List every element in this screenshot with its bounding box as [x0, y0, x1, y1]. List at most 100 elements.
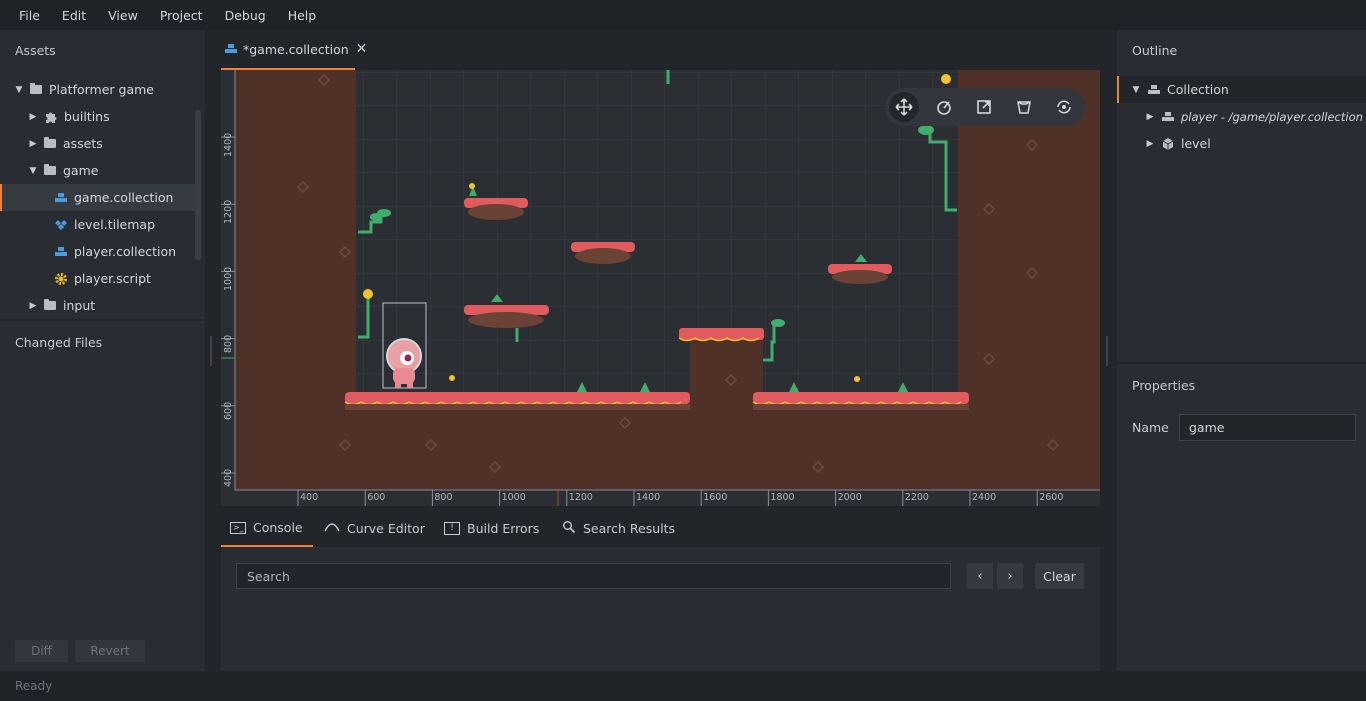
tree-item-label: level.tilemap: [74, 217, 156, 232]
clear-button[interactable]: Clear: [1035, 563, 1084, 589]
y-ruler-labels: 1400 1200 1000 800 600 400: [221, 70, 235, 490]
menu-project[interactable]: Project: [149, 8, 214, 23]
menu-view[interactable]: View: [97, 8, 149, 23]
next-button[interactable]: ›: [997, 563, 1023, 589]
left-splitter-grip[interactable]: [210, 336, 212, 366]
x-ruler-label: 2000: [837, 492, 862, 503]
chevron-left-icon: ‹: [977, 568, 983, 584]
close-tab-icon[interactable]: ✕: [356, 41, 368, 57]
manipulator-toolbar: [885, 88, 1085, 126]
properties-panel: Properties Name: [1117, 364, 1366, 671]
previous-button[interactable]: ‹: [967, 563, 993, 589]
outline-item-level[interactable]: ▶ level: [1117, 130, 1366, 157]
camera-reset-icon: [1057, 100, 1071, 114]
tree-item-assets[interactable]: ▶ assets: [0, 130, 195, 157]
chevron-right-icon: ›: [1007, 568, 1013, 584]
collection-icon: [1147, 83, 1161, 97]
editor-tab-bar: *game.collection ✕: [221, 30, 1100, 70]
x-ruler-labels: 400 600 800 1000 1200 1400 1600 1800 2000 2200 240…: [221, 490, 1100, 506]
tree-item-player-script[interactable]: player.script: [0, 265, 195, 292]
tab-build-errors[interactable]: ! Build Errors: [444, 510, 539, 547]
tree-item-label: builtins: [64, 109, 110, 124]
folder-icon: [44, 299, 56, 310]
y-ruler-label: 800: [223, 334, 234, 353]
menu-bar: File Edit View Project Debug Help: [0, 0, 1366, 30]
outline-item-label: Collection: [1167, 82, 1229, 97]
x-ruler-label: 1000: [501, 492, 526, 503]
search-icon: [562, 520, 576, 537]
tree-item-game[interactable]: ▼ game: [0, 157, 195, 184]
x-ruler-label: 600: [367, 492, 386, 503]
perspective-icon: [1017, 101, 1031, 114]
collapsed-arrow-icon[interactable]: ▶: [28, 139, 38, 149]
tree-item-game-collection[interactable]: game.collection: [0, 184, 195, 211]
outline-item-label: player - /game/player.collection: [1181, 109, 1363, 124]
y-ruler-label: 1000: [223, 267, 234, 292]
tree-item-level-tilemap[interactable]: level.tilemap: [0, 211, 195, 238]
tree-item-platformer-game[interactable]: ▼ Platformer game: [0, 76, 195, 103]
menu-file[interactable]: File: [8, 8, 51, 23]
expanded-arrow-icon[interactable]: ▼: [14, 85, 24, 95]
collapsed-arrow-icon[interactable]: ▶: [1145, 112, 1155, 122]
x-ruler-label: 1800: [770, 492, 795, 503]
folder-icon: [44, 137, 56, 148]
rotate-tool-button[interactable]: [929, 92, 959, 122]
x-ruler-label: 2200: [904, 492, 929, 503]
collapsed-arrow-icon[interactable]: ▶: [28, 301, 38, 311]
perspective-button[interactable]: [1009, 92, 1039, 122]
move-tool-button[interactable]: [889, 92, 919, 122]
name-field[interactable]: [1179, 414, 1356, 441]
collapsed-arrow-icon[interactable]: ▶: [1145, 139, 1155, 149]
tab-console[interactable]: >_ Console: [221, 510, 313, 547]
expanded-arrow-icon[interactable]: ▼: [1131, 85, 1141, 95]
expanded-arrow-icon[interactable]: ▼: [28, 166, 38, 176]
x-ruler-label: 800: [434, 492, 453, 503]
y-ruler-label: 600: [223, 401, 234, 420]
tilemap-icon: [54, 218, 68, 232]
right-splitter-grip[interactable]: [1106, 336, 1108, 366]
menu-debug[interactable]: Debug: [214, 8, 277, 23]
tree-item-label: game: [63, 163, 99, 178]
collection-icon: [224, 42, 238, 56]
tab-game-collection[interactable]: *game.collection ✕: [221, 30, 367, 70]
cube-icon: [1161, 137, 1175, 151]
tree-item-input[interactable]: ▶ input: [0, 292, 195, 319]
outline-item-collection[interactable]: ▼ Collection: [1117, 76, 1366, 103]
diff-button[interactable]: Diff: [15, 640, 68, 662]
menu-edit[interactable]: Edit: [51, 8, 97, 23]
scale-tool-button[interactable]: [969, 92, 999, 122]
x-ruler-label: 1400: [636, 492, 661, 503]
error-icon: !: [444, 522, 460, 535]
assets-scrollbar[interactable]: [195, 110, 201, 260]
tab-label: *game.collection: [243, 41, 349, 57]
collection-icon: [54, 245, 68, 259]
tab-curve-editor[interactable]: Curve Editor: [324, 510, 425, 547]
console-search-input[interactable]: [236, 563, 951, 589]
outline-item-player[interactable]: ▶ player - /game/player.collection: [1117, 103, 1366, 130]
assets-panel: Assets ▼ Platformer game ▶ builtins ▶ as…: [0, 30, 205, 319]
tree-item-label: input: [63, 298, 96, 313]
outline-item-label: level: [1181, 136, 1211, 151]
revert-button[interactable]: Revert: [75, 640, 145, 662]
tree-item-label: game.collection: [74, 190, 174, 205]
tree-item-builtins[interactable]: ▶ builtins: [0, 103, 195, 130]
tree-item-label: player.script: [74, 271, 151, 286]
outline-panel: Outline ▼ Collection ▶ player - /game/pl…: [1117, 30, 1366, 362]
menu-help[interactable]: Help: [277, 8, 328, 23]
tab-label: Console: [253, 520, 303, 535]
tree-item-label: assets: [63, 136, 103, 151]
tree-item-player-collection[interactable]: player.collection: [0, 238, 195, 265]
tab-search-results[interactable]: Search Results: [562, 510, 675, 547]
scene-canvas[interactable]: [221, 70, 1100, 506]
x-ruler-label: 2600: [1039, 492, 1064, 503]
tab-label: Curve Editor: [347, 521, 425, 536]
console-icon: >_: [230, 521, 246, 534]
camera-reset-button[interactable]: [1049, 92, 1079, 122]
assets-title: Assets: [15, 43, 56, 58]
scene-viewport[interactable]: 400 600 800 1000 1200 1400 1600 1800 2000 2200 240…: [221, 70, 1100, 506]
tab-label: Search Results: [583, 521, 676, 536]
y-ruler-label: 1200: [223, 200, 234, 225]
collapsed-arrow-icon[interactable]: ▶: [28, 112, 38, 122]
move-icon: [895, 98, 913, 116]
scale-icon: [977, 100, 991, 114]
